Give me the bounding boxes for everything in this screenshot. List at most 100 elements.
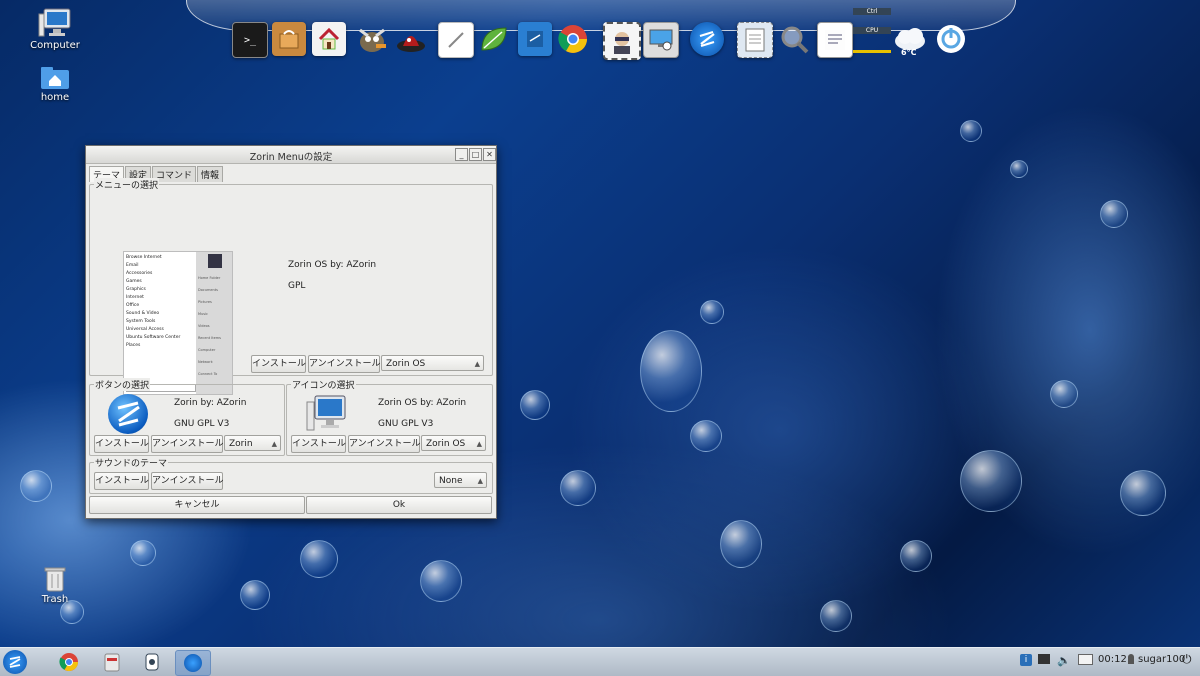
zorin-menu-settings-dialog: Zorin Menuの設定 _ □ ✕ テーマ 設定 コマンド 情報 メニューの… [85, 145, 497, 519]
zorin-icon [184, 654, 202, 672]
cancel-button[interactable]: キャンセル [89, 496, 305, 514]
spinner-arrows-icon: ▲ [271, 440, 277, 448]
ok-button[interactable]: Ok [306, 496, 492, 514]
ctrl-label: Ctrl [853, 8, 891, 15]
preview-side-item: Home Folder [198, 276, 221, 280]
user-name[interactable]: sugar100 [1138, 654, 1185, 665]
menu-selection-label: メニューの選択 [94, 178, 160, 191]
computer-icon [38, 8, 72, 38]
icon-license-text: GNU GPL V3 [378, 419, 434, 429]
zorin-start-button[interactable] [0, 650, 30, 674]
weather-icon[interactable]: 6°C [893, 22, 927, 57]
sound-uninstall-button[interactable]: アンインストール [151, 472, 223, 490]
desktop-icon-home[interactable]: home [15, 66, 95, 103]
volume-icon[interactable]: 🔈 [1057, 654, 1071, 667]
icon-selection-frame: アイコンの選択 Zorin OS by: AZorin GNU GPL V3 イ… [286, 378, 493, 456]
leaf-icon[interactable] [477, 22, 511, 56]
user-icon [1128, 654, 1134, 664]
sound-install-button[interactable]: インストール [94, 472, 149, 490]
menu-install-button[interactable]: インストール [251, 355, 306, 373]
menu-theme-value: Zorin OS [386, 359, 426, 369]
preview-side-item: Videos [198, 324, 210, 328]
menu-theme-select[interactable]: Zorin OS ▲ [381, 355, 484, 371]
mail-icon[interactable] [1078, 654, 1093, 665]
notes-icon[interactable] [817, 22, 853, 58]
sound-theme-value: None [439, 476, 463, 486]
taskbar-zorin-menu-settings[interactable] [175, 650, 211, 676]
desktop-icon-trash[interactable]: Trash [15, 566, 95, 605]
preview-item: Email [126, 263, 139, 268]
preview-item: Office [126, 303, 140, 308]
search-icon[interactable] [777, 22, 811, 56]
taskbar-files[interactable] [95, 650, 129, 674]
preview-item: System Tools [126, 319, 156, 324]
info-icon[interactable]: i [1020, 654, 1032, 666]
notepad-icon[interactable] [518, 22, 552, 56]
terminal-icon[interactable]: >_ [232, 22, 268, 58]
menu-preview-side: Home Folder Documents Pictures Music Vid… [196, 252, 232, 394]
clipboard-icon[interactable] [737, 22, 773, 58]
desktop-icon-computer[interactable]: Computer [15, 8, 95, 51]
zorin-logo-icon [3, 650, 27, 674]
zorin-button-icon [108, 394, 148, 434]
power-icon[interactable] [934, 22, 968, 56]
minimize-button[interactable]: _ [455, 148, 468, 161]
cpu-monitor-icon[interactable]: Ctrl CPU [853, 8, 891, 58]
preview-item: Games [126, 279, 142, 284]
preview-item: Internet [126, 295, 144, 300]
preview-item: Browse Internet [126, 255, 162, 260]
screenshot-icon[interactable] [643, 22, 679, 58]
package-icon[interactable] [272, 22, 306, 56]
dialog-titlebar[interactable]: Zorin Menuの設定 _ □ ✕ [86, 146, 496, 164]
preview-item: Places [126, 343, 141, 348]
avatar-icon[interactable] [603, 22, 641, 60]
button-theme-value: Zorin [229, 439, 253, 449]
menu-author-text: Zorin OS by: AZorin [288, 260, 377, 270]
button-theme-select[interactable]: Zorin ▲ [224, 435, 281, 451]
chrome-icon[interactable] [556, 22, 590, 56]
button-license-text: GNU GPL V3 [174, 419, 230, 429]
preview-side-item: Pictures [198, 300, 212, 304]
button-install-button[interactable]: インストール [94, 435, 149, 453]
button-selection-frame: ボタンの選択 Zorin by: AZorin GNU GPL V3 インストー… [89, 378, 285, 456]
clock[interactable]: 00:12 [1098, 654, 1127, 665]
close-button[interactable]: ✕ [483, 148, 496, 161]
tab-info[interactable]: 情報 [197, 166, 224, 182]
gimp-icon[interactable] [355, 22, 389, 56]
menu-uninstall-button[interactable]: アンインストール [308, 355, 380, 373]
network-icon[interactable] [1038, 654, 1050, 664]
sound-theme-select[interactable]: None ▲ [434, 472, 487, 488]
wine-icon[interactable] [394, 22, 428, 56]
desktop-icon-label: Trash [41, 594, 69, 605]
home-folder-icon [40, 66, 70, 90]
sound-theme-frame: サウンドのテーマ インストール アンインストール None ▲ [89, 456, 493, 494]
camera-icon [145, 653, 159, 671]
preview-side-item: Documents [198, 288, 218, 292]
sound-theme-label: サウンドのテーマ [94, 456, 169, 469]
taskbar: i 🔈 00:12 sugar100 ⏻ [0, 647, 1200, 676]
home-folder-icon[interactable] [312, 22, 346, 56]
power-icon[interactable]: ⏻ [1182, 652, 1192, 667]
preview-side-item: Connect To [198, 372, 218, 376]
icon-install-button[interactable]: インストール [291, 435, 346, 453]
preview-item: Accessories [126, 271, 153, 276]
preview-item: Graphics [126, 287, 146, 292]
menu-preview-image: Browse Internet Email Accessories Games … [123, 251, 233, 395]
preview-side-item: Music [198, 312, 208, 316]
maximize-button[interactable]: □ [469, 148, 482, 161]
button-uninstall-button[interactable]: アンインストール [151, 435, 223, 453]
button-author-text: Zorin by: AZorin [174, 398, 247, 408]
menu-selection-frame: メニューの選択 Browse Internet Email Accessorie… [89, 178, 493, 395]
icon-theme-select[interactable]: Zorin OS ▲ [421, 435, 486, 451]
taskbar-chrome[interactable] [52, 650, 86, 674]
preview-side-item: Recent Items [198, 336, 221, 340]
taskbar-screenshot[interactable] [135, 650, 169, 674]
zorin-icon[interactable] [690, 22, 724, 56]
pencil-icon[interactable] [438, 22, 474, 58]
preview-item: Sound & Video [126, 311, 160, 316]
icon-uninstall-button[interactable]: アンインストール [348, 435, 420, 453]
preview-side-avatar [208, 254, 222, 268]
cpu-label: CPU [853, 27, 891, 34]
desktop-icon-label: Computer [30, 40, 80, 51]
cpu-bar [853, 50, 891, 53]
